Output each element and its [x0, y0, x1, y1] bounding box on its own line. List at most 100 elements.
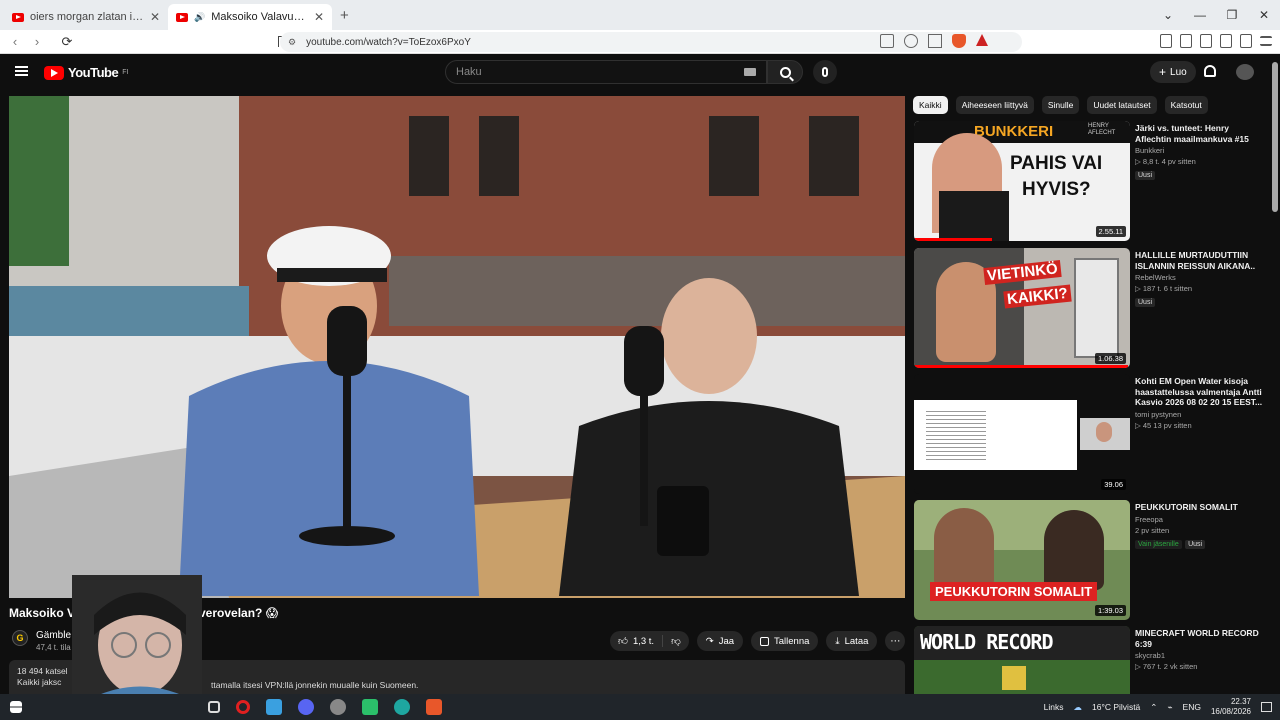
forward-icon[interactable]: › [26, 34, 48, 49]
site-settings-icon[interactable]: ⚙ [288, 37, 296, 48]
voice-search-button[interactable] [813, 60, 837, 84]
bookmark-icon [760, 636, 770, 646]
search-button[interactable] [767, 60, 803, 84]
clock-date: 16/08/2026 [1210, 707, 1251, 716]
cast-icon[interactable] [928, 34, 942, 48]
maximize-icon[interactable]: ❐ [1216, 8, 1248, 22]
recommendation-info: PEUKKUTORIN SOMALIT Freeopa 2 pv sitten … [1135, 502, 1265, 549]
recommendation-channel[interactable]: tomi pystynen [1135, 410, 1265, 419]
back-icon[interactable]: ‹ [4, 34, 26, 49]
recommendation-item[interactable]: WORLD RECORD MINECRAFT WORLD RECORD 6:39… [914, 626, 1270, 694]
app-icon[interactable] [330, 699, 346, 715]
weather-text[interactable]: 16°C Pilvistä [1092, 702, 1140, 712]
language-indicator[interactable]: ENG [1183, 702, 1201, 712]
app-icon[interactable] [362, 699, 378, 715]
share-button[interactable]: ↷ Jaa [696, 631, 744, 651]
search-input[interactable] [456, 66, 656, 78]
media-icon[interactable] [1160, 34, 1172, 48]
recommendation-meta: 2 pv sitten [1135, 525, 1170, 535]
download-button[interactable]: ⤓ Lataa [826, 631, 878, 651]
video-thumbnail[interactable]: BUNKKERI HENRY AFLECHT PAHIS VAI HYVIS? … [914, 121, 1130, 241]
brave-rewards-icon[interactable] [976, 34, 988, 46]
video-thumbnail[interactable]: 39.06 [914, 374, 1130, 494]
zoom-icon[interactable] [904, 34, 918, 48]
discord-icon[interactable] [298, 699, 314, 715]
recommendation-meta: ▷ 45 13 pv sitten [1135, 420, 1192, 430]
recommendation-channel[interactable]: Freeopa [1135, 515, 1265, 524]
address-bar: ‹ › ⟳ ⚙ youtube.com/watch?v=ToEzox6PxoY [0, 30, 1280, 54]
sidebar-icon[interactable] [1180, 34, 1192, 48]
recommendation-channel[interactable]: RebelWerks [1135, 273, 1265, 282]
menu-icon[interactable] [1260, 36, 1272, 46]
extensions-icon[interactable] [1220, 34, 1232, 48]
recommendation-item[interactable]: PEUKKUTORIN SOMALIT 1:39.03 PEUKKUTORIN … [914, 500, 1270, 622]
notification-center-icon[interactable] [1261, 702, 1272, 712]
more-actions-button[interactable]: ⋯ [885, 631, 906, 651]
search-box[interactable] [445, 60, 767, 84]
dislike-button[interactable]: 👎︎ [662, 635, 689, 647]
vpn-icon[interactable] [1240, 34, 1252, 48]
reload-icon[interactable]: ⟳ [56, 34, 78, 50]
audio-icon[interactable]: 🔊 [194, 12, 205, 23]
tab-search-icon[interactable]: ⌄ [1152, 8, 1184, 22]
links-toolbar[interactable]: Links [1044, 702, 1064, 712]
recommendation-channel[interactable]: Bunkkeri [1135, 146, 1265, 155]
thumbnail-text: BUNKKERI [974, 123, 1054, 140]
create-button[interactable]: + Luo [1150, 61, 1196, 83]
recommendation-title[interactable]: MINECRAFT WORLD RECORD 6:39 [1135, 628, 1265, 649]
recommendation-title[interactable]: Järki vs. tunteet: Henry Aflechtin maail… [1135, 123, 1265, 144]
video-thumbnail[interactable]: WORLD RECORD [914, 626, 1130, 694]
translate-icon[interactable] [880, 34, 894, 48]
app-icon[interactable] [266, 699, 282, 715]
recommendation-item[interactable]: VIETINKÖ KAIKKI? 1.06.38 HALLILLE MURTAU… [914, 248, 1270, 370]
network-icon[interactable]: ⌁ [1167, 702, 1172, 713]
thumbs-up-icon: 👍︎ [618, 636, 628, 647]
video-player[interactable] [9, 96, 905, 598]
recommendation-channel[interactable]: skycrab1 [1135, 651, 1265, 660]
opera-icon[interactable] [236, 700, 250, 714]
recommendation-title[interactable]: Kohti EM Open Water kisoja haastatteluss… [1135, 376, 1265, 408]
chip-recent[interactable]: Uudet latautset [1087, 96, 1157, 114]
new-tab-button[interactable]: + [340, 7, 349, 24]
chevron-up-icon[interactable]: ⌃ [1150, 702, 1157, 713]
close-icon[interactable]: ✕ [150, 10, 160, 24]
page-scrollbar[interactable] [1272, 62, 1278, 212]
clock-time: 22.37 [1230, 697, 1251, 707]
like-button[interactable]: 👍︎ 1,3 t. 👎︎ [610, 631, 689, 651]
chip-watched[interactable]: Katsotut [1164, 96, 1208, 114]
clock[interactable]: 22.37 16/08/2026 [1211, 697, 1251, 716]
wallet-icon[interactable] [1200, 34, 1212, 48]
windows-start-icon[interactable] [10, 701, 22, 713]
recommendation-title[interactable]: HALLILLE MURTAUDUTTIIN ISLANNIN REISSUN … [1135, 250, 1265, 271]
chip-for-you[interactable]: Sinulle [1041, 96, 1080, 114]
chip-all[interactable]: Kaikki [913, 96, 948, 114]
account-avatar[interactable] [1236, 64, 1254, 80]
recommendation-info: MINECRAFT WORLD RECORD 6:39 skycrab1 ▷ 7… [1135, 628, 1265, 671]
window-close-icon[interactable]: ✕ [1248, 8, 1280, 22]
task-view-icon[interactable] [208, 701, 220, 713]
hamburger-menu-icon[interactable] [15, 66, 28, 76]
browser-tab-1[interactable]: oiers morgan zlatan ibrahimovic - Yo ✕ [4, 4, 168, 30]
recommendation-meta: ▷ 187 t. 6 t sitten [1135, 284, 1193, 294]
channel-name[interactable]: Gämble [36, 630, 71, 641]
close-icon[interactable]: ✕ [314, 10, 324, 24]
recommendation-title[interactable]: PEUKKUTORIN SOMALIT [1135, 502, 1265, 513]
notifications-bell-icon[interactable] [1204, 65, 1216, 77]
brave-shield-icon[interactable] [952, 34, 966, 48]
video-thumbnail[interactable]: PEUKKUTORIN SOMALIT 1:39.03 [914, 500, 1130, 620]
channel-avatar[interactable]: G [12, 630, 28, 646]
minimize-icon[interactable]: — [1184, 8, 1216, 22]
youtube-logo[interactable]: YouTube FI [44, 65, 128, 80]
video-thumbnail[interactable]: VIETINKÖ KAIKKI? 1.06.38 [914, 248, 1130, 368]
save-button[interactable]: Tallenna [751, 631, 819, 651]
youtube-play-icon [44, 65, 64, 80]
edge-icon[interactable] [394, 699, 410, 715]
browser-tab-2[interactable]: 🔊 Maksoiko Valavuori jatkmilijo ✕ [168, 4, 332, 30]
brave-icon[interactable] [426, 699, 442, 715]
keyboard-icon[interactable] [744, 68, 756, 76]
create-label: Luo [1170, 66, 1187, 78]
download-icon: ⤓ [835, 635, 840, 647]
recommendation-item[interactable]: 39.06 Kohti EM Open Water kisoja haastat… [914, 374, 1270, 496]
recommendation-item[interactable]: BUNKKERI HENRY AFLECHT PAHIS VAI HYVIS? … [914, 121, 1270, 243]
chip-related[interactable]: Aiheeseen liittyvä [955, 96, 1034, 114]
